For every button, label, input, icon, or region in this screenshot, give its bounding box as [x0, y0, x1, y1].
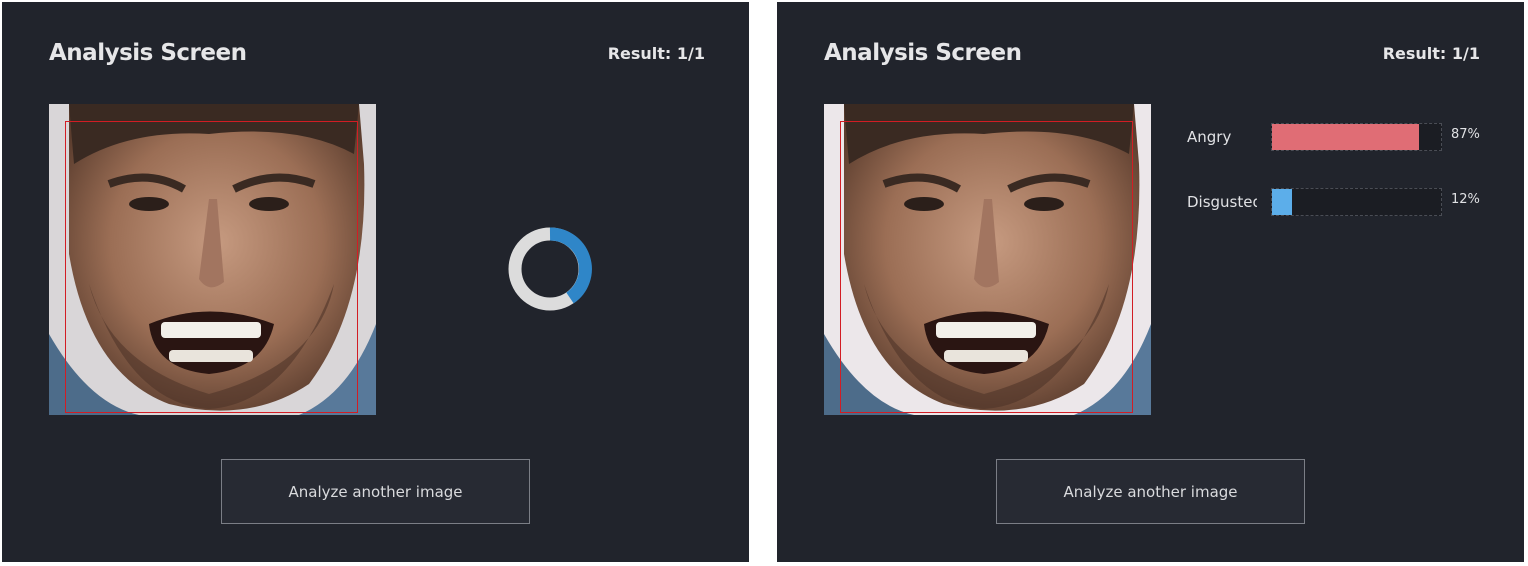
analysis-panel-results: Analysis Screen Result: 1/1 Angry 87% Di…: [777, 2, 1524, 562]
analyze-another-image-button[interactable]: Analyze another image: [221, 459, 530, 524]
analyze-another-image-button[interactable]: Analyze another image: [996, 459, 1305, 524]
result-counter: Result: 1/1: [1382, 44, 1480, 63]
face-detection-box: [840, 121, 1133, 413]
emotion-label: Disgusted: [1187, 193, 1257, 211]
emotion-percent: 12%: [1451, 192, 1480, 207]
page-title: Analysis Screen: [824, 40, 1022, 66]
analysis-panel-loading: Analysis Screen Result: 1/1 Analyze anot…: [2, 2, 749, 562]
page-title: Analysis Screen: [49, 40, 247, 66]
loading-spinner-icon: [508, 227, 592, 311]
analyzed-photo: [49, 104, 376, 415]
emotion-percent: 87%: [1451, 127, 1480, 142]
result-counter: Result: 1/1: [607, 44, 705, 63]
emotion-bar-track: [1271, 123, 1442, 151]
emotion-bar-fill: [1272, 124, 1420, 150]
emotion-label: Angry: [1187, 128, 1232, 146]
face-detection-box: [65, 121, 358, 413]
emotion-bar-track: [1271, 188, 1442, 216]
analyzed-photo: [824, 104, 1151, 415]
emotion-bar-fill: [1272, 189, 1293, 215]
